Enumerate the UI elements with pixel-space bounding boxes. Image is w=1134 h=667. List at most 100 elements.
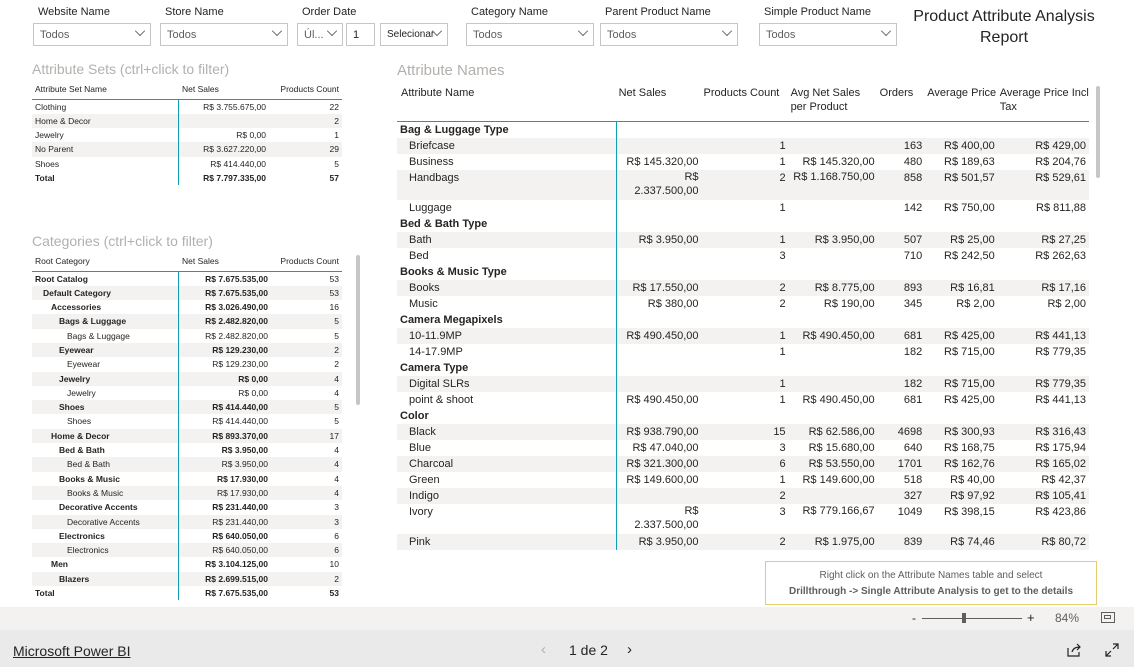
table-row[interactable]: Decorative Accents R$ 231.440,00 3 — [32, 514, 342, 529]
table-row[interactable]: Electronics R$ 640.050,00 6 — [32, 528, 342, 544]
table-row[interactable]: Eyewear R$ 129.230,00 2 — [32, 357, 342, 372]
table-row[interactable]: Handbags R$ 2.337.500,00 2 R$ 1.168.750,00 8… — [397, 169, 1089, 200]
table-row[interactable]: Bags & Luggage R$ 2.482.820,00 5 — [32, 314, 342, 329]
column-header[interactable]: Avg Net Sales per Product — [788, 84, 878, 122]
share-icon[interactable] — [1067, 643, 1081, 662]
zoom-bar: - + 84% — [0, 607, 1134, 630]
cell: 6 — [334, 530, 339, 541]
table-row[interactable]: Black R$ 938.790,00 15 R$ 62.586,00 4698 R$ 3… — [397, 423, 1089, 440]
table-row[interactable]: point & shoot R$ 490.450,00 1 R$ 490.450,00… — [397, 391, 1089, 408]
table-row[interactable]: Shoes R$ 414.440,00 5 — [32, 400, 342, 415]
table-row[interactable]: Bath R$ 3.950,00 1 R$ 3.950,00 507 R$ 25,00 R$… — [397, 231, 1089, 248]
table-row[interactable]: Home & Decor R$ 893.370,00 17 — [32, 428, 342, 444]
table-row[interactable]: Bags & Luggage R$ 2.482.820,00 5 — [32, 328, 342, 343]
cell — [616, 137, 702, 154]
table-row[interactable]: Ivory R$ 2.337.500,00 3 R$ 779.166,67 1049 R$… — [397, 503, 1089, 534]
filter-dropdown[interactable]: Todos — [600, 23, 738, 46]
table-row[interactable]: Accessories R$ 3.026.490,00 16 — [32, 300, 342, 315]
column-header[interactable]: Products Count — [270, 79, 342, 100]
cell: Books & Music — [59, 473, 120, 484]
cell: R$ 149.600,00 — [802, 473, 875, 486]
column-header[interactable]: Net Sales — [178, 79, 270, 100]
column-header[interactable]: Average Price — [925, 84, 998, 122]
table-row[interactable]: Jewelry R$ 0,00 1 — [32, 128, 342, 143]
table-row[interactable]: Electronics R$ 640.050,00 6 — [32, 543, 342, 558]
filter-dropdown[interactable]: Todos — [759, 23, 897, 46]
table-row[interactable]: Clothing R$ 3.755.675,00 22 — [32, 99, 342, 114]
table-row[interactable]: Pink R$ 3.950,00 2 R$ 1.975,00 839 R$ 74,46 R$… — [397, 533, 1089, 550]
categories-table[interactable]: Root Category Net Sales Products Count Root… — [32, 251, 344, 605]
table-row[interactable]: Charcoal R$ 321.300,00 6 R$ 53.550,00 1701 R$… — [397, 455, 1089, 472]
categories-scrollbar[interactable] — [356, 255, 360, 405]
group-row[interactable]: Camera Megapixels — [397, 311, 1089, 328]
table-row[interactable]: Music R$ 380,00 2 R$ 190,00 345 R$ 2,00 R$ 2,0… — [397, 295, 1089, 312]
table-row[interactable]: Bed & Bath R$ 3.950,00 4 — [32, 443, 342, 458]
cell: 2 — [779, 535, 786, 548]
cell: R$ 74,46 — [950, 535, 995, 548]
filter-label: Parent Product Name — [605, 6, 711, 18]
attribute-sets-table[interactable]: Attribute Set Name Net Sales Products Coun… — [32, 79, 344, 186]
prev-page-icon[interactable]: ‹ — [541, 641, 546, 658]
cell: Luggage — [409, 201, 452, 214]
zoom-out-button[interactable]: - — [912, 611, 916, 625]
column-header[interactable]: Attribute Name — [397, 84, 617, 122]
table-row[interactable]: Eyewear R$ 129.230,00 2 — [32, 342, 342, 358]
group-row[interactable]: Camera Type — [397, 359, 1089, 376]
filter-dropdown[interactable]: Todos — [466, 23, 594, 46]
column-header[interactable]: Products Count — [272, 251, 342, 272]
table-row[interactable]: Green R$ 149.600,00 1 R$ 149.600,00 518 R$ 40… — [397, 471, 1089, 488]
table-row[interactable]: Root Catalog R$ 7.675.535,00 53 — [32, 271, 342, 286]
zoom-slider-thumb[interactable] — [962, 613, 966, 623]
table-row[interactable]: Books R$ 17.550,00 2 R$ 8.775,00 893 R$ 16,81… — [397, 279, 1089, 296]
table-row[interactable]: Jewelry R$ 0,00 4 — [32, 371, 342, 386]
table-row[interactable]: Decorative Accents R$ 231.440,00 3 — [32, 500, 342, 515]
table-row[interactable]: 14-17.9MP 1 182 R$ 715,00 R$ 779,35 — [397, 343, 1089, 360]
next-page-icon[interactable]: › — [627, 641, 632, 658]
table-row[interactable]: Bed & Bath R$ 3.950,00 4 — [32, 457, 342, 472]
filter-dropdown[interactable]: Todos — [160, 23, 288, 46]
group-row[interactable]: Books & Music Type — [397, 263, 1089, 280]
group-row[interactable]: Color — [397, 407, 1089, 424]
cell — [616, 487, 702, 504]
fit-to-page-icon[interactable] — [1101, 612, 1115, 623]
column-header[interactable]: Average Price Incl Tax — [997, 84, 1089, 122]
table-row[interactable]: Jewelry R$ 0,00 4 — [32, 385, 342, 401]
column-header[interactable]: Attribute Set Name — [32, 79, 178, 100]
table-row[interactable]: No Parent R$ 3.627.220,00 29 — [32, 142, 342, 157]
attribute-names-scrollbar[interactable] — [1096, 86, 1100, 178]
table-row[interactable]: Shoes R$ 414.440,00 5 — [32, 156, 342, 171]
order-date-period-select[interactable]: Úl... — [297, 23, 343, 46]
table-row[interactable]: Home & Decor 2 — [32, 113, 342, 129]
table-row[interactable]: Indigo 2 327 R$ 97,92 R$ 105,41 — [397, 487, 1089, 504]
column-header[interactable]: Root Category — [32, 251, 178, 272]
column-header[interactable]: Net Sales — [178, 251, 272, 272]
table-row[interactable]: Business R$ 145.320,00 1 R$ 145.320,00 480 R$… — [397, 153, 1089, 170]
attribute-names-table[interactable]: Attribute Name Net Sales Products Count Avg… — [397, 84, 1091, 554]
report-title: Product Attribute Analysis Report — [913, 8, 1095, 46]
fullscreen-icon[interactable] — [1105, 643, 1119, 662]
table-row[interactable]: Books & Music R$ 17.930,00 4 — [32, 485, 342, 501]
table-row[interactable]: Men R$ 3.104.125,00 10 — [32, 557, 342, 572]
order-date-number-input[interactable]: 1 — [346, 23, 375, 46]
column-header[interactable]: Orders — [877, 84, 926, 122]
zoom-slider-track[interactable] — [922, 618, 1022, 619]
filter-dropdown[interactable]: Todos — [33, 23, 151, 46]
table-row[interactable]: Blazers R$ 2.699.515,00 2 — [32, 571, 342, 587]
table-row[interactable]: Books & Music R$ 17.930,00 4 — [32, 471, 342, 486]
table-row[interactable]: Blue R$ 47.040,00 3 R$ 15.680,00 640 R$ 168,7… — [397, 439, 1089, 456]
power-bi-link[interactable]: Microsoft Power BI — [13, 643, 130, 659]
order-date-unit-select[interactable]: Selecionar — [380, 23, 448, 46]
group-row[interactable]: Bed & Bath Type — [397, 215, 1089, 232]
table-row[interactable]: Digital SLRs 1 182 R$ 715,00 R$ 779,35 — [397, 375, 1089, 392]
group-row[interactable]: Bag & Luggage Type — [397, 121, 1089, 138]
column-header[interactable]: Net Sales — [616, 84, 702, 122]
table-row[interactable]: Luggage 1 142 R$ 750,00 R$ 811,88 — [397, 199, 1089, 216]
table-row[interactable]: Briefcase 1 163 R$ 400,00 R$ 429,00 — [397, 137, 1089, 154]
cell: R$ 262,63 — [1035, 249, 1086, 262]
zoom-in-button[interactable]: + — [1027, 610, 1035, 625]
table-row[interactable]: Bed 3 710 R$ 242,50 R$ 262,63 — [397, 247, 1089, 264]
table-row[interactable]: 10-11.9MP R$ 490.450,00 1 R$ 490.450,00 681 R… — [397, 327, 1089, 344]
table-row[interactable]: Shoes R$ 414.440,00 5 — [32, 414, 342, 429]
table-row[interactable]: Default Category R$ 7.675.535,00 53 — [32, 285, 342, 301]
column-header[interactable]: Products Count — [701, 84, 789, 122]
